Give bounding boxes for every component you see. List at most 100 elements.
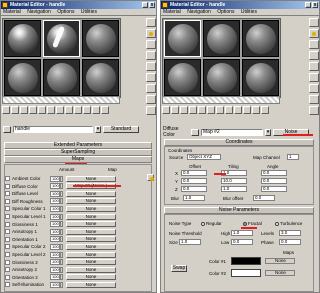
show-end-result-icon[interactable]: [83, 106, 91, 114]
color2-map-button[interactable]: None: [265, 270, 295, 276]
map-button[interactable]: None: [66, 228, 116, 235]
blur-offset-field[interactable]: 0.0: [253, 195, 275, 201]
amount-field[interactable]: 100: [50, 205, 60, 212]
menu-material[interactable]: Material: [3, 9, 21, 15]
noise-type-turbulence[interactable]: Turbulence: [275, 221, 302, 226]
map-enable-checkbox[interactable]: [5, 183, 10, 189]
reset-map-icon[interactable]: [189, 106, 197, 114]
amount-field[interactable]: 100: [50, 251, 60, 258]
map-button[interactable]: None: [66, 259, 116, 266]
amount-field[interactable]: 100: [50, 266, 60, 273]
make-unique-icon[interactable]: [47, 106, 55, 114]
map-button[interactable]: None: [66, 274, 116, 281]
rollout-coordinates[interactable]: Coordinates: [164, 139, 314, 146]
offset-x-field[interactable]: 0.0: [181, 170, 207, 176]
put-to-scene-icon[interactable]: [171, 106, 179, 114]
map-button[interactable]: None: [66, 221, 116, 228]
amount-field[interactable]: 100: [50, 274, 60, 281]
map-button[interactable]: None: [66, 190, 116, 197]
map-button[interactable]: None: [66, 198, 116, 205]
go-to-parent-icon[interactable]: [92, 106, 100, 114]
material-id-icon[interactable]: [65, 106, 73, 114]
show-map-icon[interactable]: [234, 106, 242, 114]
select-by-material-icon[interactable]: [146, 95, 156, 104]
map-enable-checkbox[interactable]: [5, 214, 10, 219]
map-enable-checkbox[interactable]: [5, 236, 10, 242]
eyedropper-icon[interactable]: [3, 126, 11, 133]
make-copy-icon[interactable]: [198, 106, 206, 114]
amount-field[interactable]: 100: [50, 183, 60, 190]
eyedropper-icon[interactable]: [191, 128, 199, 136]
map-enable-checkbox[interactable]: [5, 176, 10, 181]
sample-slot[interactable]: [164, 59, 201, 96]
go-to-parent-icon[interactable]: [252, 106, 260, 114]
minimize-button[interactable]: _: [142, 2, 148, 8]
make-copy-icon[interactable]: [38, 106, 46, 114]
menu-navigation[interactable]: Navigation: [187, 9, 211, 15]
sample-slot[interactable]: [43, 59, 80, 96]
map-enable-checkbox[interactable]: [5, 244, 10, 250]
show-map-icon[interactable]: [74, 106, 82, 114]
sample-slot-active[interactable]: [164, 20, 201, 57]
backlight-icon[interactable]: [146, 29, 156, 38]
navigator-icon[interactable]: [309, 106, 319, 115]
map-button[interactable]: None: [66, 205, 116, 212]
background-icon[interactable]: [146, 40, 156, 49]
options-icon[interactable]: [146, 84, 156, 93]
menu-options[interactable]: Options: [57, 9, 74, 15]
amount-spinner[interactable]: [60, 205, 63, 212]
amount-spinner[interactable]: [60, 243, 63, 250]
sample-type-icon[interactable]: [309, 18, 319, 27]
name-dropdown-icon[interactable]: ▾: [95, 126, 101, 133]
map-button[interactable]: None: [66, 251, 116, 258]
get-material-icon[interactable]: [2, 106, 10, 114]
sample-slot[interactable]: [82, 59, 119, 96]
map-button[interactable]: None: [66, 175, 116, 182]
navigator-icon[interactable]: [146, 106, 156, 115]
color1-swatch[interactable]: [231, 257, 261, 265]
map-enable-checkbox[interactable]: [5, 198, 10, 204]
swap-button[interactable]: Swap: [171, 265, 187, 272]
close-button[interactable]: x: [149, 2, 155, 8]
video-check-icon[interactable]: [309, 62, 319, 71]
map-button[interactable]: None: [66, 266, 116, 273]
map-button[interactable]: None: [66, 213, 116, 220]
amount-spinner[interactable]: [60, 228, 63, 235]
size-field[interactable]: 1.0: [179, 239, 201, 245]
map-channel-field[interactable]: 1: [287, 154, 299, 160]
map-enable-checkbox[interactable]: [5, 274, 10, 280]
material-type-button[interactable]: Standard: [103, 126, 139, 133]
map-button[interactable]: None: [66, 243, 116, 250]
rollout-supersampling[interactable]: SuperSampling: [4, 149, 152, 156]
map-button[interactable]: None: [66, 236, 116, 243]
amount-spinner[interactable]: [60, 213, 63, 220]
rollout-extended-parameters[interactable]: Extended Parameters: [4, 142, 152, 149]
put-to-scene-icon[interactable]: [11, 106, 19, 114]
offset-z-field[interactable]: 0.0: [181, 186, 207, 192]
name-dropdown-icon[interactable]: ▾: [265, 128, 271, 136]
video-check-icon[interactable]: [146, 62, 156, 71]
sample-slot[interactable]: [4, 59, 41, 96]
map-enable-checkbox[interactable]: [5, 252, 10, 257]
minimize-button[interactable]: _: [305, 2, 311, 8]
amount-spinner[interactable]: [60, 281, 63, 288]
amount-spinner[interactable]: [60, 183, 63, 190]
blur-field[interactable]: 1.0: [183, 195, 205, 201]
low-field[interactable]: 0.0: [231, 239, 253, 245]
go-forward-sibling-icon[interactable]: [101, 106, 109, 114]
assign-material-icon[interactable]: [20, 106, 28, 114]
menu-material[interactable]: Material: [163, 9, 181, 15]
angle-z-field[interactable]: 0.0: [261, 186, 287, 192]
amount-field[interactable]: 100: [50, 221, 60, 228]
phase-field[interactable]: 0.0: [279, 239, 301, 245]
amount-spinner[interactable]: [60, 266, 63, 273]
uv-tiling-icon[interactable]: [309, 51, 319, 60]
map-enable-checkbox[interactable]: [5, 259, 10, 265]
amount-field[interactable]: 100: [50, 190, 60, 197]
assign-material-icon[interactable]: [180, 106, 188, 114]
reset-map-icon[interactable]: [29, 106, 37, 114]
sample-slot[interactable]: [4, 20, 41, 57]
amount-spinner[interactable]: [60, 190, 63, 197]
uv-tiling-icon[interactable]: [146, 51, 156, 60]
map-enable-checkbox[interactable]: [5, 267, 10, 273]
